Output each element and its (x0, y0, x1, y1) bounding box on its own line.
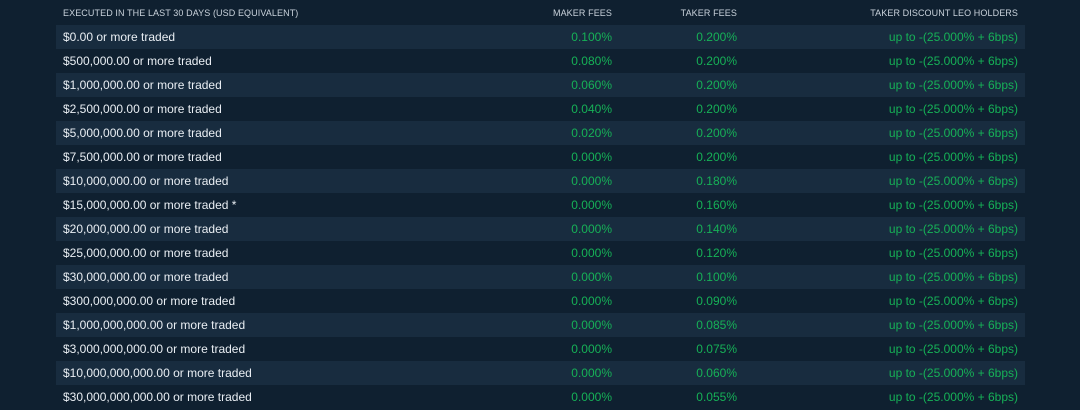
row-taker-fee: 0.055% (696, 390, 737, 404)
row-leo-discount: up to -(25.000% + 6bps) (888, 30, 1018, 44)
row-taker-fee: 0.085% (696, 318, 737, 332)
row-leo-discount: up to -(25.000% + 6bps) (888, 318, 1018, 332)
row-taker-fee: 0.060% (696, 366, 737, 380)
row-taker-fee: 0.090% (696, 294, 737, 308)
row-leo-discount: up to -(25.000% + 6bps) (888, 246, 1018, 260)
header-taker-fees: TAKER FEES (680, 7, 737, 18)
table-row: $0.00 or more traded 0.100% 0.200% up to -(… (56, 25, 1025, 49)
row-volume-tier: $1,000,000.00 or more traded (63, 78, 222, 92)
row-maker-fee: 0.000% (571, 342, 612, 356)
table-row: $7,500,000.00 or more traded 0.000% 0.200%… (56, 145, 1025, 169)
header-maker-fees: MAKER FEES (552, 7, 612, 18)
row-leo-discount: up to -(25.000% + 6bps) (888, 54, 1018, 68)
row-leo-discount: up to -(25.000% + 6bps) (888, 126, 1018, 140)
table-row: $3,000,000,000.00 or more traded 0.000% 0.… (56, 337, 1025, 361)
table-row: $15,000,000.00 or more traded * 0.000% 0.1… (56, 193, 1025, 217)
row-volume-tier: $30,000,000,000.00 or more traded (63, 390, 252, 404)
table-row: $300,000,000.00 or more traded 0.000% 0.09… (56, 289, 1025, 313)
row-taker-fee: 0.200% (696, 78, 737, 92)
row-maker-fee: 0.000% (571, 198, 612, 212)
row-leo-discount: up to -(25.000% + 6bps) (888, 222, 1018, 236)
row-maker-fee: 0.000% (571, 318, 612, 332)
row-taker-fee: 0.180% (696, 174, 737, 188)
row-volume-tier: $10,000,000.00 or more traded (63, 174, 229, 188)
table-row: $30,000,000,000.00 or more traded 0.000% 0… (56, 385, 1025, 409)
row-volume-tier: $500,000.00 or more traded (63, 54, 212, 68)
row-taker-fee: 0.140% (696, 222, 737, 236)
row-maker-fee: 0.000% (571, 222, 612, 236)
row-volume-tier: $0.00 or more traded (63, 30, 176, 44)
row-taker-fee: 0.160% (696, 198, 737, 212)
row-leo-discount: up to -(25.000% + 6bps) (888, 198, 1018, 212)
row-leo-discount: up to -(25.000% + 6bps) (888, 270, 1018, 284)
row-maker-fee: 0.040% (571, 102, 612, 116)
row-maker-fee: 0.000% (571, 366, 612, 380)
table-row: $10,000,000.00 or more traded 0.000% 0.180… (56, 169, 1025, 193)
row-volume-tier: $7,500,000.00 or more traded (63, 150, 222, 164)
row-maker-fee: 0.060% (571, 78, 612, 92)
row-maker-fee: 0.000% (571, 294, 612, 308)
row-leo-discount: up to -(25.000% + 6bps) (888, 366, 1018, 380)
row-leo-discount: up to -(25.000% + 6bps) (888, 150, 1018, 164)
row-taker-fee: 0.200% (696, 150, 737, 164)
row-maker-fee: 0.080% (571, 54, 612, 68)
table-row: $25,000,000.00 or more traded 0.000% 0.120… (56, 241, 1025, 265)
row-leo-discount: up to -(25.000% + 6bps) (888, 78, 1018, 92)
row-volume-tier: $2,500,000.00 or more traded (63, 102, 222, 116)
row-volume-tier: $1,000,000,000.00 or more traded (63, 318, 246, 332)
row-volume-tier: $3,000,000,000.00 or more traded (63, 342, 246, 356)
row-volume-tier: $5,000,000.00 or more traded (63, 126, 222, 140)
row-leo-discount: up to -(25.000% + 6bps) (888, 294, 1018, 308)
header-volume-tier: EXECUTED IN THE LAST 30 DAYS (USD EQUIVA… (63, 7, 299, 18)
row-taker-fee: 0.200% (696, 126, 737, 140)
row-leo-discount: up to -(25.000% + 6bps) (888, 342, 1018, 356)
row-maker-fee: 0.000% (571, 270, 612, 284)
table-header-row: EXECUTED IN THE LAST 30 DAYS (USD EQUIVA… (56, 0, 1025, 25)
row-leo-discount: up to -(25.000% + 6bps) (888, 102, 1018, 116)
row-maker-fee: 0.020% (571, 126, 612, 140)
row-volume-tier: $15,000,000.00 or more traded * (63, 198, 237, 212)
table-row: $500,000.00 or more traded 0.080% 0.200% up… (56, 49, 1025, 73)
row-volume-tier: $30,000,000.00 or more traded (63, 270, 229, 284)
row-maker-fee: 0.000% (571, 390, 612, 404)
row-volume-tier: $25,000,000.00 or more traded (63, 246, 229, 260)
row-maker-fee: 0.100% (571, 30, 612, 44)
row-volume-tier: $20,000,000.00 or more traded (63, 222, 229, 236)
fee-schedule-table: EXECUTED IN THE LAST 30 DAYS (USD EQUIVA… (56, 0, 1025, 409)
table-row: $1,000,000.00 or more traded 0.060% 0.200%… (56, 73, 1025, 97)
row-taker-fee: 0.200% (696, 30, 737, 44)
row-taker-fee: 0.200% (696, 54, 737, 68)
table-row: $5,000,000.00 or more traded 0.020% 0.200%… (56, 121, 1025, 145)
row-taker-fee: 0.100% (696, 270, 737, 284)
row-maker-fee: 0.000% (571, 246, 612, 260)
table-row: $1,000,000,000.00 or more traded 0.000% 0.… (56, 313, 1025, 337)
table-row: $30,000,000.00 or more traded 0.000% 0.100… (56, 265, 1025, 289)
row-maker-fee: 0.000% (571, 174, 612, 188)
row-taker-fee: 0.200% (696, 102, 737, 116)
header-leo-discount: TAKER DISCOUNT LEO HOLDERS (870, 7, 1018, 18)
row-taker-fee: 0.075% (696, 342, 737, 356)
row-leo-discount: up to -(25.000% + 6bps) (888, 390, 1018, 404)
row-leo-discount: up to -(25.000% + 6bps) (888, 174, 1018, 188)
table-row: $20,000,000.00 or more traded 0.000% 0.140… (56, 217, 1025, 241)
table-body: $0.00 or more traded 0.100% 0.200% up to -(… (56, 25, 1025, 409)
row-volume-tier: $10,000,000,000.00 or more traded (63, 366, 252, 380)
row-volume-tier: $300,000,000.00 or more traded (63, 294, 236, 308)
row-taker-fee: 0.120% (696, 246, 737, 260)
table-row: $10,000,000,000.00 or more traded 0.000% 0… (56, 361, 1025, 385)
table-row: $2,500,000.00 or more traded 0.040% 0.200%… (56, 97, 1025, 121)
row-maker-fee: 0.000% (571, 150, 612, 164)
